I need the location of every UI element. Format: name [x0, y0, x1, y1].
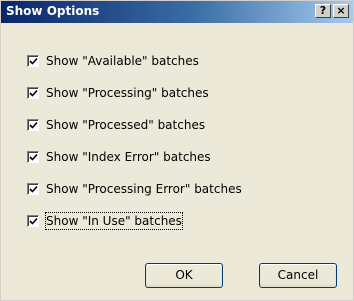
checkbox-processing[interactable]: [27, 87, 39, 99]
checkbox-processing-error[interactable]: [27, 183, 39, 195]
title-bar[interactable]: Show Options ? ×: [1, 1, 353, 23]
option-label-processed: Show "Processed" batches: [46, 118, 206, 132]
option-label-processing: Show "Processing" batches: [46, 86, 209, 100]
checkbox-available[interactable]: [27, 55, 39, 67]
checkbox-in-use[interactable]: [27, 215, 39, 227]
checkmark-icon: [29, 57, 38, 65]
checkmark-icon: [29, 217, 38, 225]
cancel-button[interactable]: Cancel: [259, 263, 337, 288]
question-mark-icon: ?: [319, 4, 327, 17]
checkbox-processed[interactable]: [27, 119, 39, 131]
help-button[interactable]: ?: [315, 4, 331, 18]
checkmark-icon: [29, 121, 38, 129]
checkmark-icon: [29, 153, 38, 161]
close-button[interactable]: ×: [333, 4, 349, 18]
checkbox-index-error[interactable]: [27, 151, 39, 163]
ok-button[interactable]: OK: [145, 263, 223, 288]
window-title: Show Options: [6, 4, 100, 18]
checkmark-icon: [29, 89, 38, 97]
show-options-dialog: Show Options ? × Show "Available" batche…: [0, 0, 354, 301]
option-label-in-use: Show "In Use" batches: [45, 212, 183, 230]
option-label-processing-error: Show "Processing Error" batches: [46, 182, 242, 196]
close-icon: ×: [336, 4, 346, 17]
option-label-available: Show "Available" batches: [46, 54, 199, 68]
option-label-index-error: Show "Index Error" batches: [46, 150, 211, 164]
checkmark-icon: [29, 185, 38, 193]
